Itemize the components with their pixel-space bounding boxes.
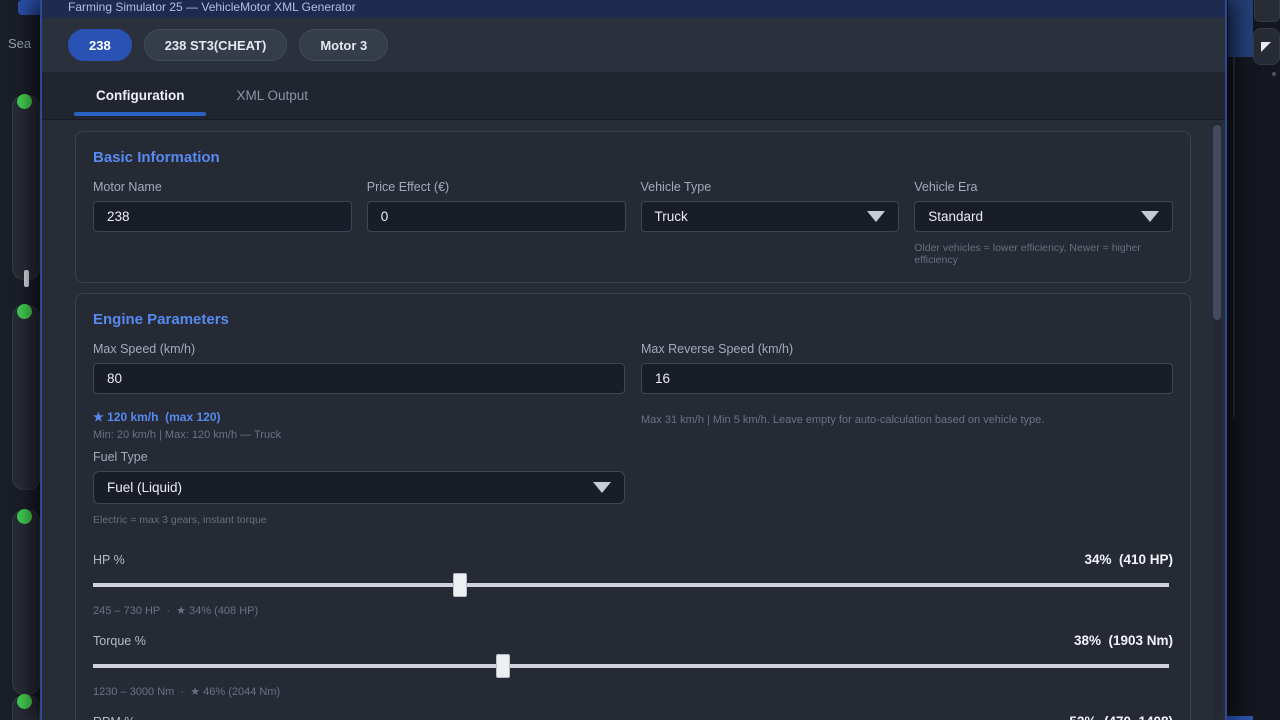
engine-parameters-card: Engine Parameters Max Speed (km/h) 80 ★ … [75,293,1191,720]
vehicle-type-select[interactable]: Truck [641,201,900,232]
engine-parameters-title: Engine Parameters [93,311,1173,328]
hp-percent-slider[interactable] [93,573,1173,597]
slider-track [93,583,1169,587]
torque-percent-label: Torque % [93,634,146,648]
max-speed-range-note: Min: 20 km/h | Max: 120 km/h — Truck [93,429,625,441]
background-dot-icon [1272,72,1276,76]
price-effect-label: Price Effect (€) [367,180,626,194]
vehicle-era-field: Vehicle Era Standard Older vehicles = lo… [914,180,1173,266]
motor-tab-motor-3[interactable]: Motor 3 [299,29,388,61]
fuel-type-label: Fuel Type [93,450,625,464]
fuel-type-note: Electric = max 3 gears, instant torque [93,514,625,526]
max-reverse-speed-note: Max 31 km/h | Min 5 km/h. Leave empty fo… [641,414,1173,426]
motor-tabs-bar: 238 238 ST3(CHEAT) Motor 3 [42,18,1225,72]
max-speed-value: 80 [107,371,122,386]
chevron-down-icon [867,211,885,222]
max-speed-field: Max Speed (km/h) 80 [93,342,625,394]
background-window-right [1227,0,1280,720]
price-effect-value: 0 [381,209,389,224]
max-speed-column: Max Speed (km/h) 80 ★ 120 km/h (max 120)… [93,342,625,526]
max-reverse-speed-input[interactable]: 16 [641,363,1173,394]
fuel-type-value: Fuel (Liquid) [107,480,182,495]
torque-percent-slider[interactable] [93,654,1173,678]
view-tabs: Configuration XML Output [42,72,1225,120]
hp-percent-note: 245 – 730 HP · ★ 34% (408 HP) [93,604,1173,617]
background-list-item [12,695,40,720]
cursor-arrow-icon [1261,42,1271,52]
configuration-panel: Basic Information Motor Name 238 Price E… [42,120,1225,720]
hp-percent-value: 34% (410 HP) [1084,552,1173,567]
motor-name-input[interactable]: 238 [93,201,352,232]
motor-name-label: Motor Name [93,180,352,194]
basic-information-card: Basic Information Motor Name 238 Price E… [75,131,1191,283]
tab-xml-output[interactable]: XML Output [210,72,334,119]
vehicle-type-label: Vehicle Type [641,180,900,194]
rpm-percent-value: 52% (470–1408) [1069,714,1173,720]
vehicle-type-field: Vehicle Type Truck [641,180,900,266]
motor-name-field: Motor Name 238 [93,180,352,266]
fuel-type-field: Fuel Type Fuel (Liquid) Electric = max 3… [93,450,625,526]
vehicle-era-label: Vehicle Era [914,180,1173,194]
status-dot-icon [17,94,32,109]
torque-percent-row: Torque % 38% (1903 Nm) 1230 – 3000 Nm · … [93,633,1173,698]
rpm-percent-row: RPM % 52% (470–1408) 550 – 2200 RPM · ★ … [93,714,1173,720]
status-dot-icon [17,694,32,709]
price-effect-input[interactable]: 0 [367,201,626,232]
background-scrollbar [1233,57,1235,417]
background-icon [24,270,29,287]
slider-thumb[interactable] [453,573,467,597]
torque-percent-note: 1230 – 3000 Nm · ★ 46% (2044 Nm) [93,685,1173,698]
max-reverse-speed-label: Max Reverse Speed (km/h) [641,342,1173,356]
tab-xml-output-label: XML Output [236,88,308,103]
hp-percent-label: HP % [93,553,125,567]
status-dot-icon [17,509,32,524]
max-reverse-speed-field: Max Reverse Speed (km/h) 16 [641,342,1173,394]
scrollbar[interactable] [1213,122,1221,720]
hp-percent-row: HP % 34% (410 HP) 245 – 730 HP · ★ 34% (… [93,552,1173,617]
background-search-label: Sea [8,36,31,51]
chevron-down-icon [593,482,611,493]
slider-track [93,664,1169,668]
background-list-item [12,510,40,695]
background-button [1254,0,1280,22]
tab-configuration[interactable]: Configuration [70,72,210,119]
engine-sliders: HP % 34% (410 HP) 245 – 730 HP · ★ 34% (… [93,552,1173,720]
background-list-item [12,305,40,490]
window-title: Farming Simulator 25 — VehicleMotor XML … [68,0,1225,18]
background-dropdown-button [1253,28,1280,65]
scrollbar-thumb[interactable] [1213,125,1221,320]
background-blue-strip [1228,0,1253,57]
max-speed-input[interactable]: 80 [93,363,625,394]
max-reverse-column: Max Reverse Speed (km/h) 16 Max 31 km/h … [641,342,1173,526]
background-list-item [12,95,40,280]
max-speed-label: Max Speed (km/h) [93,342,625,356]
max-reverse-speed-value: 16 [655,371,670,386]
vehicle-type-value: Truck [655,209,688,224]
background-window-left: Sea [0,0,42,720]
vehicle-era-note: Older vehicles = lower efficiency, Newer… [914,242,1173,266]
vehiclemotor-generator-window: Farming Simulator 25 — VehicleMotor XML … [40,0,1227,720]
active-tab-underline [74,112,206,116]
max-speed-suggestion-link[interactable]: ★ 120 km/h (max 120) [93,410,625,424]
motor-name-value: 238 [107,209,130,224]
window-titlebar[interactable]: Farming Simulator 25 — VehicleMotor XML … [42,0,1225,18]
vehicle-era-value: Standard [928,209,983,224]
chevron-down-icon [1141,211,1159,222]
motor-tab-238-st3-cheat[interactable]: 238 ST3(CHEAT) [144,29,288,61]
status-dot-icon [17,304,32,319]
slider-thumb[interactable] [496,654,510,678]
tab-configuration-label: Configuration [96,88,184,103]
vehicle-era-select[interactable]: Standard [914,201,1173,232]
motor-tab-238[interactable]: 238 [68,29,132,61]
fuel-type-select[interactable]: Fuel (Liquid) [93,471,625,504]
rpm-percent-label: RPM % [93,715,135,720]
basic-information-title: Basic Information [93,149,1173,166]
price-effect-field: Price Effect (€) 0 [367,180,626,266]
background-blue-bar [1227,716,1253,720]
torque-percent-value: 38% (1903 Nm) [1074,633,1173,648]
